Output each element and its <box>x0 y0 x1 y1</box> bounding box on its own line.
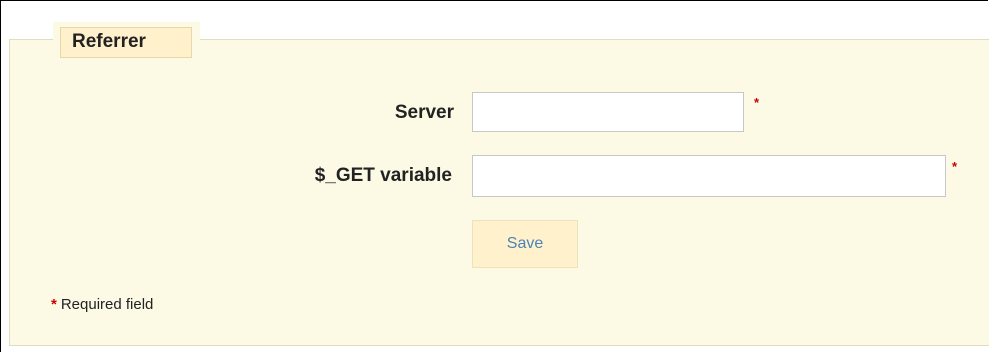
server-input[interactable] <box>472 92 744 132</box>
get-variable-required-marker: * <box>952 159 958 174</box>
fieldset-legend: Referrer <box>53 22 200 62</box>
server-required-marker: * <box>754 95 760 110</box>
required-field-note: * Required field <box>51 296 153 313</box>
required-star: * <box>51 296 57 313</box>
save-button[interactable]: Save <box>472 220 578 268</box>
legend-title: Referrer <box>72 31 146 52</box>
get-variable-input[interactable] <box>472 155 946 197</box>
required-note-text: Required field <box>60 296 154 313</box>
server-label: Server <box>394 102 454 123</box>
get-variable-label: $_GET variable <box>314 165 452 186</box>
legend-box: Referrer <box>60 27 192 58</box>
